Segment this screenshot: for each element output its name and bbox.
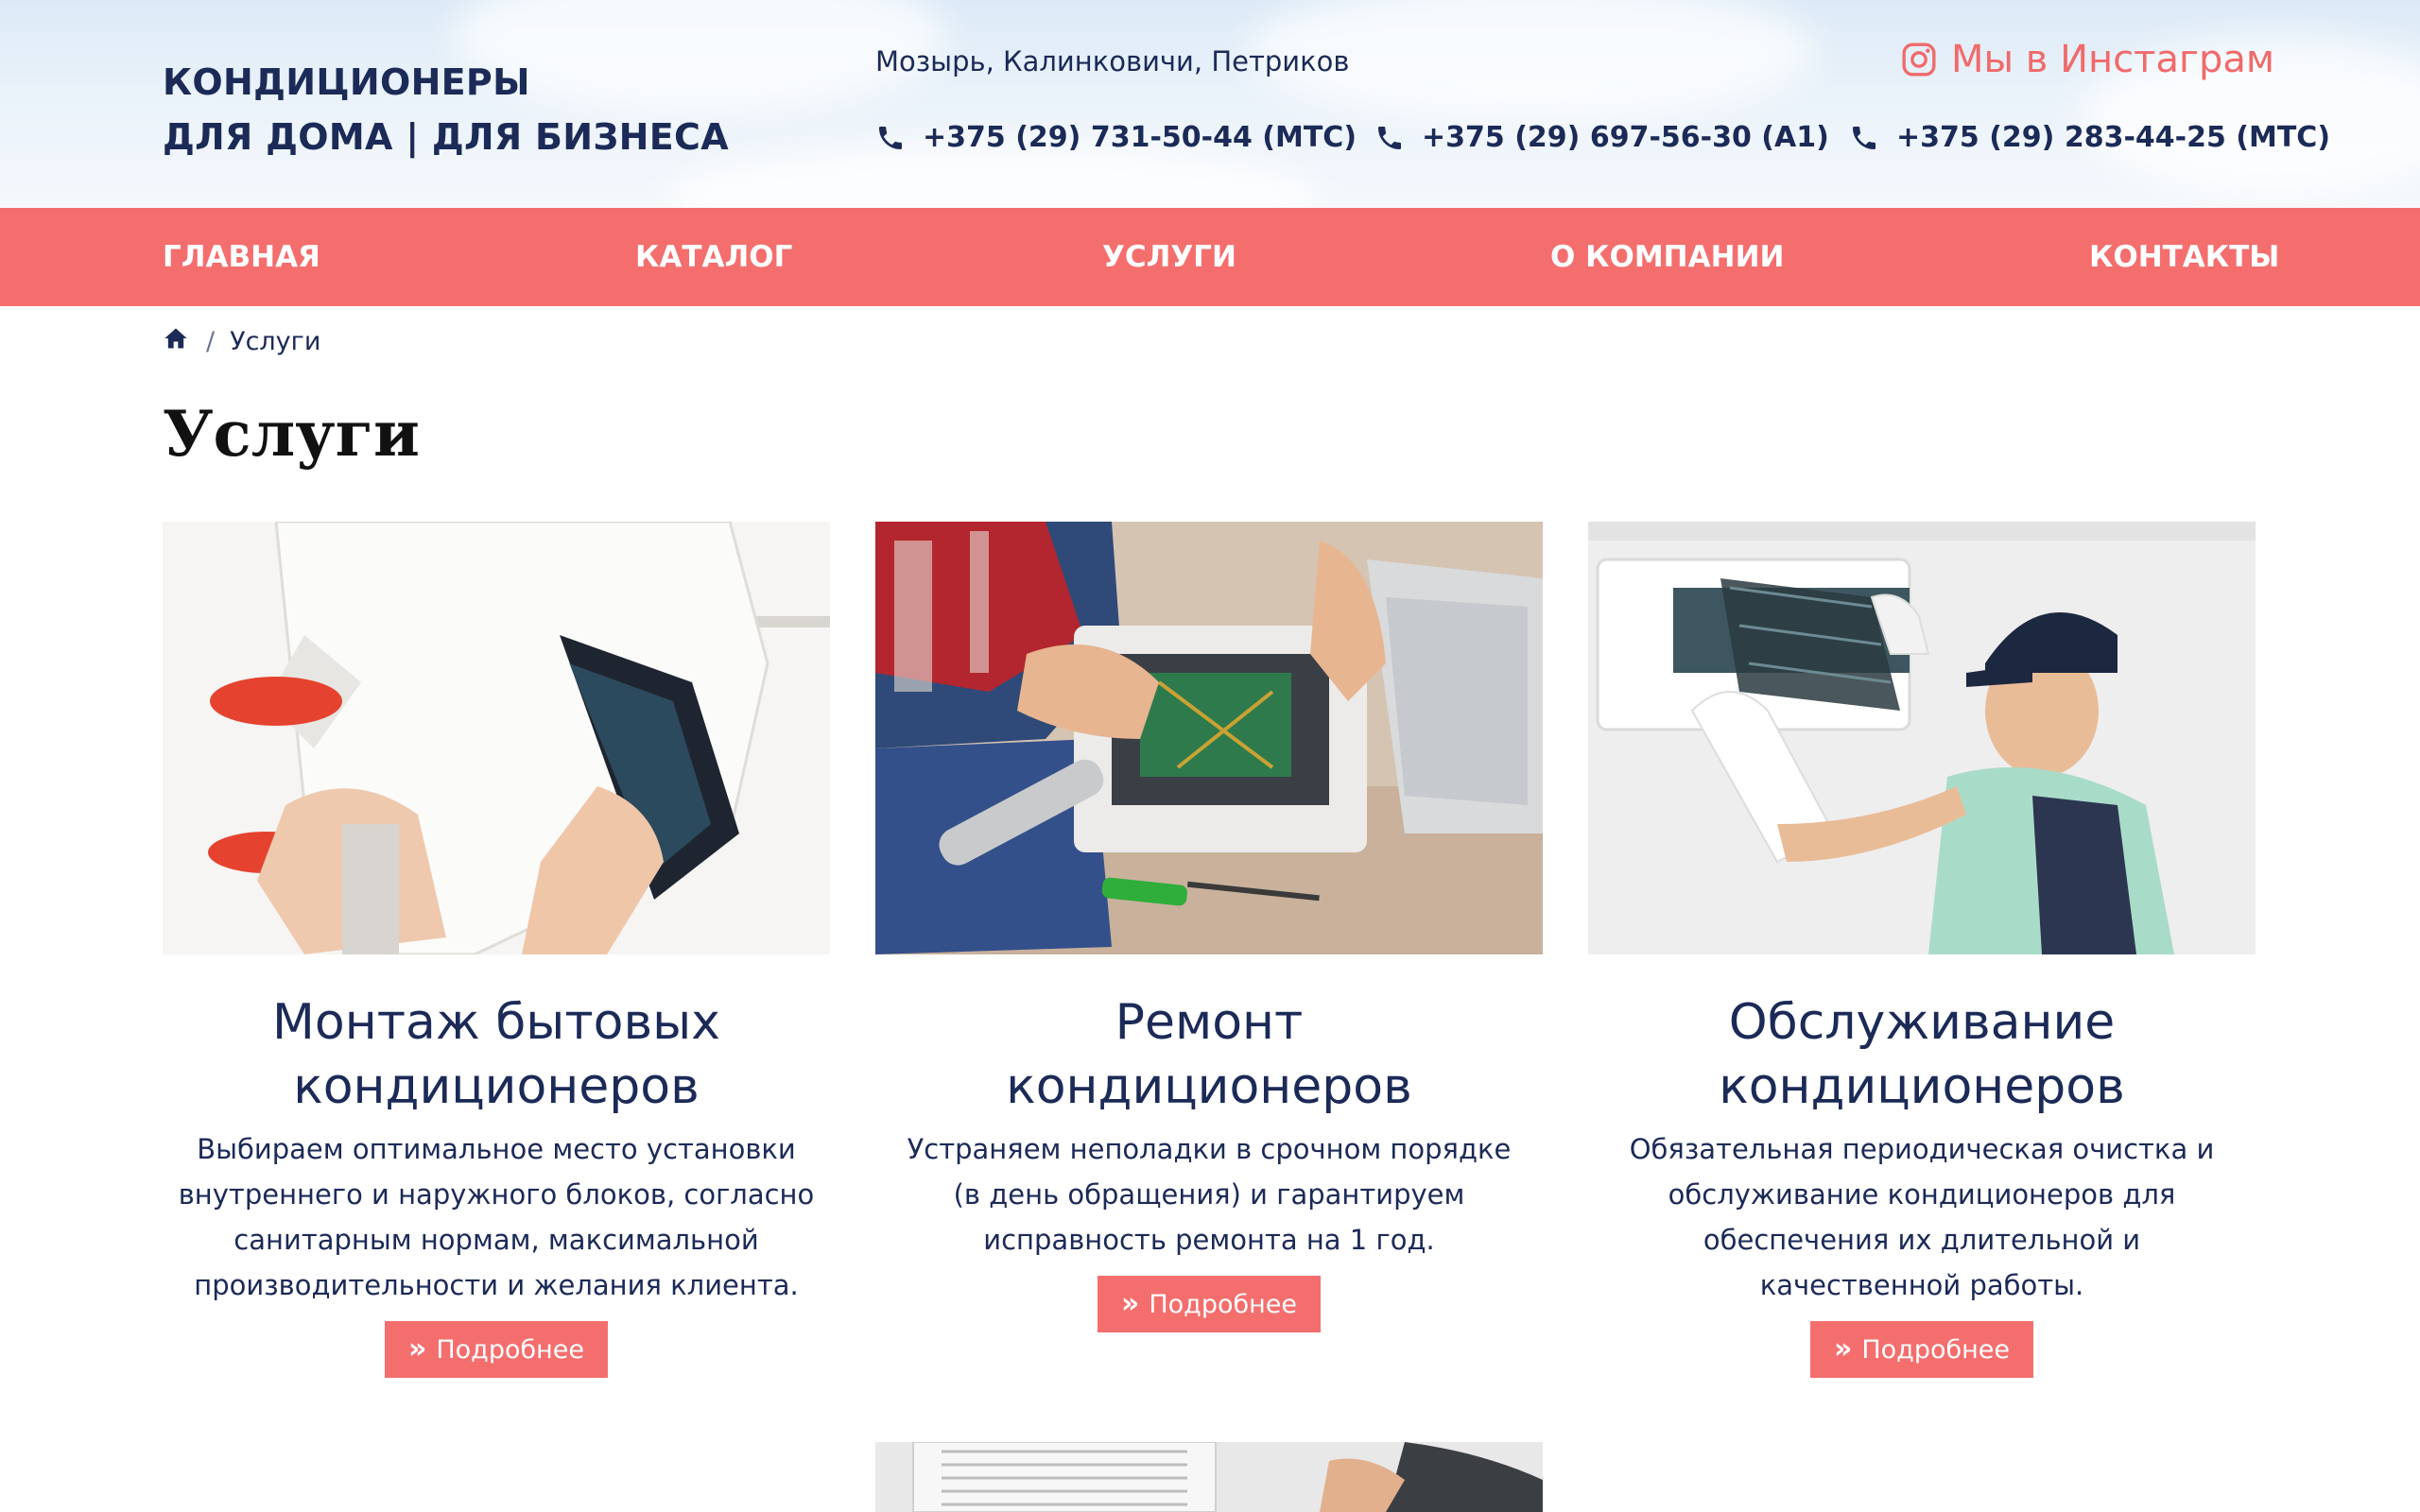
service-title: Обслуживание кондиционеров [1719, 994, 2125, 1115]
more-button-label: Подробнее [1149, 1289, 1298, 1319]
phone-link-1[interactable]: +375 (29) 731-50-44 (МТС) [875, 121, 1357, 154]
page-title: Услуги [163, 397, 420, 471]
nav-item-catalog[interactable]: КАТАЛОГ [635, 208, 792, 306]
service-description: Выбираем оптимальное место установки вну… [178, 1133, 815, 1301]
phone-icon [1853, 126, 1876, 149]
nav-item-services[interactable]: УСЛУГИ [1102, 208, 1236, 306]
phone-link-2[interactable]: +375 (29) 697-56-30 (А1) [1374, 121, 1829, 154]
more-button[interactable]: » Подробнее [385, 1321, 608, 1378]
more-button-label: Подробнее [1861, 1334, 2011, 1365]
instagram-link[interactable]: Мы в Инстаграм [1900, 38, 2274, 81]
service-description: Устраняем неполадки в срочном порядке (в… [907, 1133, 1512, 1256]
nav-item-home[interactable]: ГЛАВНАЯ [163, 208, 320, 306]
double-chevron-right-icon: » [407, 1332, 427, 1366]
instagram-icon [1902, 43, 1936, 77]
service-card-maintenance: Обслуживание кондиционеров Обязательная … [1588, 522, 2256, 1378]
service-description: Обязательная периодическая очистка и обс… [1629, 1133, 2215, 1301]
brand-line-1: КОНДИЦИОНЕРЫ [163, 61, 530, 103]
cities-list: Мозырь, Калинковичи, Петриков [875, 45, 1350, 77]
double-chevron-right-icon: » [1120, 1287, 1140, 1320]
double-chevron-right-icon: » [1833, 1332, 1853, 1366]
brand-line-2: ДЛЯ ДОМА | ДЛЯ БИЗНЕСА [163, 116, 729, 158]
service-card-installation: Монтаж бытовых кондиционеров Выбираем оп… [163, 522, 830, 1378]
breadcrumb-home-link[interactable] [163, 325, 189, 358]
phone-number: +375 (29) 283-44-25 (МТС) [1896, 121, 2331, 154]
nav-item-contacts[interactable]: КОНТАКТЫ [2089, 208, 2279, 306]
maintenance-photo[interactable] [1588, 522, 2256, 954]
instagram-label: Мы в Инстаграм [1951, 38, 2275, 81]
repair-photo[interactable] [875, 522, 1543, 954]
breadcrumb: / Услуги [163, 325, 320, 358]
phone-number: +375 (29) 731-50-44 (МТС) [923, 121, 1357, 154]
phone-number: +375 (29) 697-56-30 (А1) [1422, 121, 1829, 154]
service-card-4-photo[interactable] [875, 1442, 1543, 1512]
more-button[interactable]: » Подробнее [1810, 1321, 2033, 1378]
home-icon [164, 328, 187, 349]
nav-item-about[interactable]: О КОМПАНИИ [1550, 208, 1784, 306]
service-title: Ремонт кондиционеров [1006, 994, 1412, 1115]
site-logo[interactable]: КОНДИЦИОНЕРЫ ДЛЯ ДОМА | ДЛЯ БИЗНЕСА [163, 55, 729, 164]
breadcrumb-current: Услуги [230, 327, 321, 356]
phone-icon [1378, 126, 1401, 149]
main-nav: ГЛАВНАЯ КАТАЛОГ УСЛУГИ О КОМПАНИИ КОНТАК… [0, 208, 2420, 306]
phone-icon [879, 126, 902, 149]
service-title: Монтаж бытовых кондиционеров [272, 994, 720, 1115]
installation-photo[interactable] [163, 522, 830, 954]
more-button-label: Подробнее [436, 1334, 585, 1365]
breadcrumb-separator: / [206, 327, 216, 356]
more-button[interactable]: » Подробнее [1098, 1276, 1321, 1332]
service-card-repair: Ремонт кондиционеров Устраняем неполадки… [875, 522, 1543, 1332]
phone-link-3[interactable]: +375 (29) 283-44-25 (МТС) [1849, 121, 2330, 154]
site-header: КОНДИЦИОНЕРЫ ДЛЯ ДОМА | ДЛЯ БИЗНЕСА Мозы… [0, 0, 2420, 208]
